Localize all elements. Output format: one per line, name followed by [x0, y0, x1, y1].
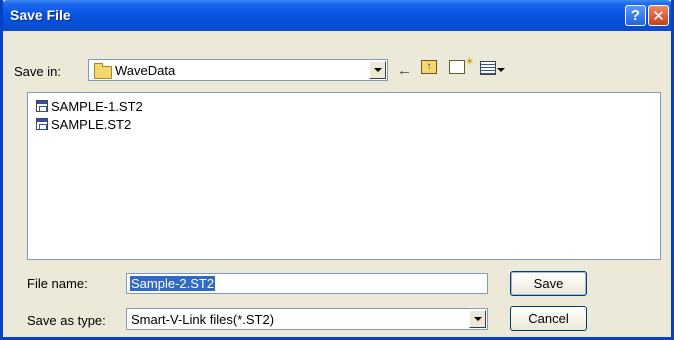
chevron-down-icon — [473, 317, 482, 321]
save-as-type-value: Smart-V-Link files(*.ST2) — [131, 312, 275, 327]
file-item[interactable]: SAMPLE.ST2 — [36, 116, 131, 132]
chevron-down-icon — [373, 68, 382, 72]
title-bar[interactable]: Save File ? ✕ — [3, 0, 671, 31]
views-dropdown-icon[interactable] — [497, 62, 505, 79]
close-icon: ✕ — [652, 7, 665, 25]
file-name-label: File name: — [27, 276, 88, 291]
file-icon — [36, 100, 48, 112]
folder-icon — [94, 63, 112, 79]
save-as-type-label: Save as type: — [27, 313, 106, 328]
save-as-type-dropdown-arrow[interactable] — [469, 310, 486, 328]
file-list[interactable]: SAMPLE-1.ST2 SAMPLE.ST2 — [27, 92, 661, 260]
save-in-label: Save in: — [14, 64, 61, 79]
dialog-title: Save File — [10, 7, 71, 23]
close-button[interactable]: ✕ — [648, 5, 669, 26]
save-in-value: WaveData — [115, 63, 176, 78]
save-in-dropdown[interactable]: WaveData — [88, 59, 388, 81]
sparkle-icon: ✶ — [465, 56, 475, 68]
file-name-input[interactable]: Sample-2.ST2 — [126, 273, 488, 294]
file-name: SAMPLE-1.ST2 — [51, 98, 143, 114]
save-in-dropdown-arrow[interactable] — [369, 61, 386, 79]
file-icon — [36, 118, 48, 130]
file-item[interactable]: SAMPLE-1.ST2 — [36, 98, 143, 114]
save-button[interactable]: Save — [510, 271, 587, 296]
cancel-button[interactable]: Cancel — [510, 306, 587, 331]
help-button[interactable]: ? — [625, 5, 646, 26]
back-arrow-icon[interactable]: ← — [397, 62, 412, 79]
views-menu-icon[interactable] — [480, 61, 496, 75]
new-folder-icon[interactable] — [449, 60, 465, 74]
help-icon: ? — [630, 7, 641, 24]
file-name: SAMPLE.ST2 — [51, 116, 132, 132]
save-as-type-dropdown[interactable]: Smart-V-Link files(*.ST2) — [126, 308, 488, 330]
save-file-dialog: Save File ? ✕ Save in: WaveData ← ↑ ✶ SA… — [0, 0, 674, 340]
up-folder-icon[interactable]: ↑ — [421, 60, 437, 74]
file-name-value: Sample-2.ST2 — [130, 276, 216, 291]
